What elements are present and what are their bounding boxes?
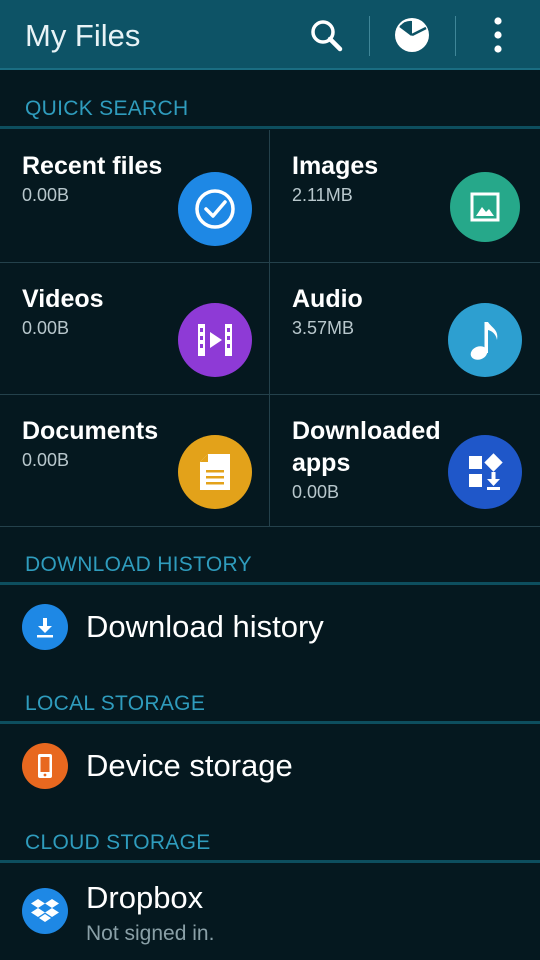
app-bar: My Files xyxy=(0,0,540,70)
downloaded-apps-icon xyxy=(448,435,522,509)
quick-search-downloaded-apps[interactable]: Downloaded apps 0.00B xyxy=(270,395,539,527)
download-history-header-label: DOWNLOAD HISTORY xyxy=(25,553,252,576)
quick-search-audio[interactable]: Audio 3.57MB xyxy=(270,263,539,395)
device-storage-row[interactable]: Device storage xyxy=(0,727,540,807)
divider xyxy=(455,16,456,56)
quick-search-documents[interactable]: Documents 0.00B xyxy=(0,395,269,527)
cloud-storage-header: CLOUD STORAGE xyxy=(0,831,540,863)
cloud-storage-header-label: CLOUD STORAGE xyxy=(25,831,211,854)
storage-usage-icon xyxy=(395,18,429,52)
search-icon xyxy=(311,20,343,52)
category-size: 0.00B xyxy=(22,318,70,338)
dropbox-row[interactable]: Dropbox Not signed in. xyxy=(0,866,540,960)
dropbox-icon xyxy=(22,888,68,934)
more-options-button[interactable] xyxy=(468,0,528,70)
quick-search-grid: Recent files 0.00B Images 2.11MB Videos … xyxy=(0,130,540,527)
category-name: Recent files xyxy=(22,152,163,180)
category-name: Videos xyxy=(22,285,104,313)
more-options-icon xyxy=(494,17,502,53)
quick-search-recent-files[interactable]: Recent files 0.00B xyxy=(0,130,269,262)
category-size: 3.57MB xyxy=(292,318,355,338)
category-size: 0.00B xyxy=(22,450,70,470)
category-size: 2.11MB xyxy=(292,185,353,205)
download-history-label: Download history xyxy=(86,609,324,644)
device-storage-label: Device storage xyxy=(86,748,293,783)
local-storage-header-label: LOCAL STORAGE xyxy=(25,692,206,715)
category-name: Documents xyxy=(22,417,159,445)
app-title: My Files xyxy=(25,18,141,53)
local-storage-header: LOCAL STORAGE xyxy=(0,692,540,724)
search-button[interactable] xyxy=(296,0,356,70)
download-history-row[interactable]: Download history xyxy=(0,588,540,668)
dropbox-status: Not signed in. xyxy=(86,922,215,945)
divider xyxy=(369,16,370,56)
music-note-icon xyxy=(448,303,522,377)
image-icon xyxy=(450,172,520,242)
recent-check-icon xyxy=(178,172,252,246)
category-name: Audio xyxy=(292,285,363,313)
category-name: Downloaded apps xyxy=(292,417,441,477)
category-size: 0.00B xyxy=(22,185,70,205)
dropbox-label: Dropbox xyxy=(86,880,204,915)
category-size: 0.00B xyxy=(292,482,340,502)
quick-search-videos[interactable]: Videos 0.00B xyxy=(0,263,269,395)
quick-search-header-label: QUICK SEARCH xyxy=(25,97,189,120)
storage-usage-button[interactable] xyxy=(382,0,442,70)
quick-search-header: QUICK SEARCH xyxy=(0,97,540,129)
download-history-header: DOWNLOAD HISTORY xyxy=(0,553,540,585)
download-icon xyxy=(22,604,68,650)
video-icon xyxy=(178,303,252,377)
category-name: Images xyxy=(292,152,379,180)
quick-search-images[interactable]: Images 2.11MB xyxy=(270,130,539,262)
phone-icon xyxy=(22,743,68,789)
document-icon xyxy=(178,435,252,509)
